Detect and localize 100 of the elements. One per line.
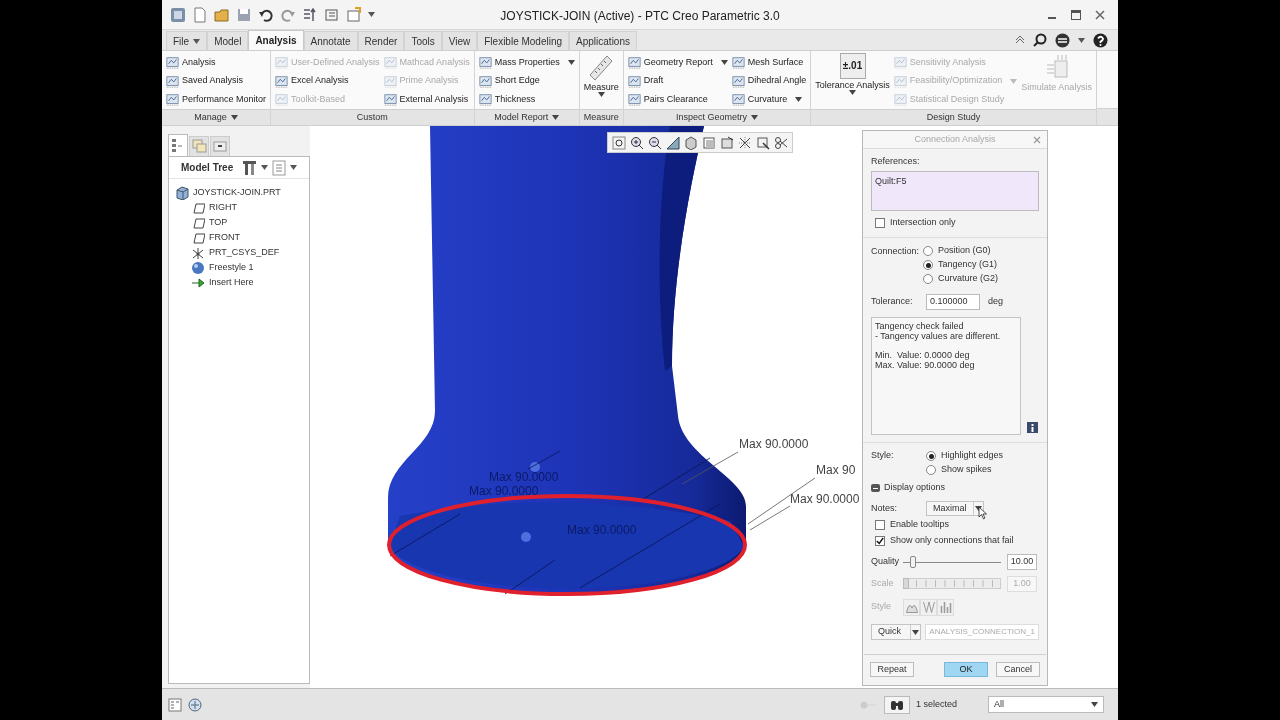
datum-display-icon[interactable] <box>738 135 752 150</box>
saved-views-icon[interactable] <box>720 135 734 150</box>
save-mode-dropdown[interactable]: Quick <box>871 624 922 640</box>
windows-icon[interactable] <box>324 6 340 23</box>
dialog-button[interactable]: OK <box>944 662 988 677</box>
tree-item[interactable]: Freestyle 1 <box>175 260 309 275</box>
ribbon-button[interactable]: Draft <box>627 71 728 91</box>
radio-button[interactable] <box>923 260 933 270</box>
filter-dropdown[interactable]: All <box>988 696 1104 713</box>
reference-list[interactable]: Quilt:F5 <box>871 171 1039 211</box>
ribbon-button[interactable]: Excel Analysis <box>275 71 380 91</box>
radio-button[interactable] <box>923 274 933 284</box>
ribbon-button[interactable]: Performance Monitor <box>166 90 267 109</box>
radio-button[interactable] <box>923 246 933 256</box>
zoom-out-icon[interactable] <box>648 135 662 150</box>
caret-icon <box>552 115 560 120</box>
group-label[interactable]: Model Report <box>474 109 579 125</box>
ribbon-tab[interactable]: File <box>166 31 208 50</box>
navigator-tab[interactable] <box>168 134 188 156</box>
radio-label: Position (G0) <box>938 244 991 258</box>
ribbon-tab[interactable]: Applications <box>569 31 637 50</box>
tree-item[interactable]: FRONT <box>175 230 309 245</box>
tree-item[interactable]: JOYSTICK-JOIN.PRT <box>175 185 309 200</box>
info-icon[interactable] <box>1027 422 1038 433</box>
repaint-icon[interactable] <box>666 135 680 150</box>
navigator-toggle-icon[interactable] <box>168 697 182 712</box>
style-option[interactable] <box>903 598 920 616</box>
style-option[interactable] <box>937 598 954 616</box>
zoom-in-icon[interactable] <box>630 135 644 150</box>
checkbox[interactable] <box>875 218 885 228</box>
find-button[interactable] <box>884 695 910 714</box>
ribbon-button[interactable]: Analysis <box>166 53 267 72</box>
radio-button[interactable] <box>926 465 936 475</box>
ribbon-tab[interactable]: Analysis <box>248 30 304 50</box>
close-window-icon[interactable] <box>346 6 362 23</box>
ribbon-button[interactable]: Geometry Report <box>627 53 728 72</box>
ribbon-tab[interactable]: View <box>441 31 478 50</box>
maximize-icon[interactable] <box>1070 8 1082 21</box>
tree-item[interactable]: Insert Here <box>175 275 309 290</box>
collapse-toggle[interactable] <box>871 484 880 492</box>
ribbon-button[interactable]: Measure <box>583 53 619 109</box>
ribbon-button[interactable]: External Analysis <box>383 90 470 109</box>
scale-slider[interactable] <box>903 578 1001 590</box>
quality-slider[interactable] <box>903 555 1001 569</box>
search-icon[interactable] <box>1033 33 1047 47</box>
style-option[interactable] <box>920 598 937 616</box>
radio-button[interactable] <box>926 451 936 461</box>
tree-item[interactable]: TOP <box>175 215 309 230</box>
tree-item[interactable]: RIGHT <box>175 200 309 215</box>
dialog-button[interactable]: Repeat <box>870 662 914 677</box>
folder-icon[interactable] <box>214 6 230 23</box>
spin-center-icon[interactable] <box>756 135 770 150</box>
ribbon-button[interactable]: Mass Properties <box>478 53 575 72</box>
value-field[interactable]: 10.00 <box>1007 554 1037 570</box>
group-label: Measure <box>579 109 623 125</box>
ribbon-tab[interactable]: Render <box>357 31 405 50</box>
collapse-icon[interactable] <box>1015 36 1025 44</box>
tolerance-field[interactable]: 0.100000 <box>926 294 980 310</box>
help-icon[interactable] <box>1093 32 1108 48</box>
group-label[interactable]: Manage <box>162 109 271 125</box>
close-icon[interactable] <box>1033 136 1041 144</box>
zoom-fit-icon[interactable] <box>612 135 626 150</box>
ribbon-tab[interactable]: Flexible Modeling <box>477 31 570 50</box>
browser-toggle-icon[interactable] <box>188 697 202 712</box>
annotation-note: Max 90 <box>816 463 856 477</box>
scissors-icon[interactable] <box>774 135 788 150</box>
dialog-button[interactable]: Cancel <box>996 662 1040 677</box>
close-icon[interactable] <box>1094 8 1106 21</box>
new-file-icon[interactable] <box>192 6 208 23</box>
app-icon[interactable] <box>170 6 186 23</box>
save-icon[interactable] <box>236 6 252 23</box>
regenerate-icon[interactable] <box>302 6 318 23</box>
tools-icon[interactable] <box>243 159 257 176</box>
tree-item[interactable]: PRT_CSYS_DEF <box>175 245 309 260</box>
checkbox[interactable] <box>875 520 885 530</box>
ribbon-button[interactable]: Short Edge <box>478 71 575 91</box>
checkbox-label: Enable tooltips <box>890 518 950 532</box>
ribbon-button[interactable]: Dihedral Angle <box>731 71 807 91</box>
chart-icon <box>731 55 745 69</box>
ribbon-button[interactable]: Mesh Surface <box>731 53 807 72</box>
annotation-note: Max 90.0000 <box>489 470 559 484</box>
ribbon-button[interactable]: Curvature <box>731 90 807 109</box>
list-item[interactable]: Quilt:F5 <box>875 175 1035 189</box>
ribbon-button[interactable]: Thickness <box>478 90 575 109</box>
ribbon-button[interactable]: Pairs Clearance <box>627 90 728 109</box>
group-label: Design Study <box>811 109 1096 125</box>
ribbon-button[interactable]: Saved Analysis <box>166 71 267 91</box>
group-label[interactable]: Inspect Geometry <box>623 109 811 125</box>
ribbon-tab[interactable]: Annotate <box>303 31 358 50</box>
ribbon-tab[interactable]: Model <box>207 31 249 50</box>
ribbon-button[interactable]: ±.01 Tolerance Analysis <box>815 53 890 109</box>
notes-dropdown[interactable]: Maximal <box>926 501 984 516</box>
caret-icon <box>912 629 920 635</box>
checkbox[interactable] <box>875 536 885 546</box>
community-icon[interactable] <box>1055 32 1070 48</box>
ribbon-tab[interactable]: Tools <box>404 31 442 50</box>
chart-icon <box>627 55 641 69</box>
slider-thumb[interactable] <box>909 556 916 568</box>
spikes-icon <box>922 601 935 613</box>
slider-thumb[interactable] <box>903 578 909 589</box>
